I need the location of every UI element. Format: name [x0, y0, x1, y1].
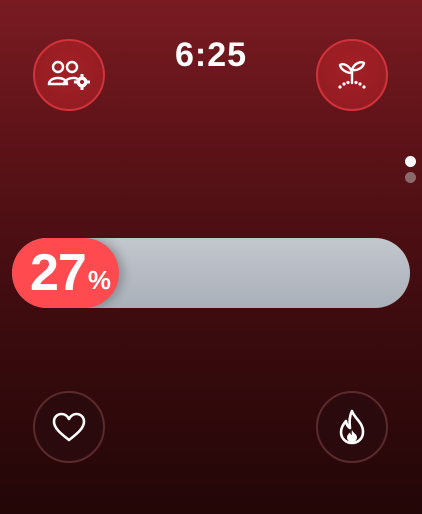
- page-indicator: [405, 156, 419, 188]
- progress-value: 27: [30, 244, 87, 302]
- sprout-button[interactable]: [316, 39, 388, 111]
- page-dot: [405, 172, 416, 183]
- flame-button[interactable]: [316, 391, 388, 463]
- progress-label: 27 %: [30, 238, 111, 308]
- sprout-icon: [338, 61, 366, 89]
- page-dot-active: [405, 156, 416, 167]
- watch-screen: 6:25 27 %: [0, 0, 422, 514]
- heart-button[interactable]: [33, 391, 105, 463]
- heart-icon: [52, 412, 86, 442]
- progress-unit: %: [87, 264, 111, 295]
- flame-icon: [339, 409, 365, 445]
